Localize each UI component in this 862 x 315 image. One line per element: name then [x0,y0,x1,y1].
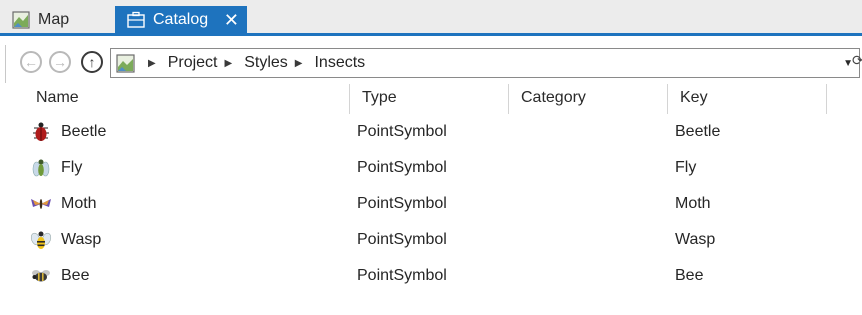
back-button[interactable]: ← [20,51,42,73]
item-list: Beetle PointSymbol Beetle Fly PointSymbo… [0,114,862,294]
list-item[interactable]: Wasp PointSymbol Wasp [0,222,862,258]
breadcrumb-project[interactable]: Project [168,54,218,72]
item-name: Fly [61,159,83,176]
column-headers: Name Type Category Key [0,82,862,114]
item-type: PointSymbol [357,231,447,248]
item-name: Moth [61,195,97,212]
column-header-category[interactable]: Category [521,82,586,114]
up-button[interactable]: ↑ [81,51,103,73]
breadcrumb-styles[interactable]: Styles [244,54,288,72]
item-key: Bee [675,267,704,284]
path-breadcrumb[interactable]: ▶ Project ▶ Styles ▶ Insects ▼ [110,48,860,78]
list-item[interactable]: Bee PointSymbol Bee [0,258,862,294]
list-item[interactable]: Beetle PointSymbol Beetle [0,114,862,150]
item-key: Wasp [675,231,716,248]
item-type: PointSymbol [357,195,447,212]
item-type: PointSymbol [357,123,447,140]
breadcrumb: ▶ Project ▶ Styles ▶ Insects [141,49,365,77]
item-name: Beetle [61,123,107,140]
breadcrumb-insects[interactable]: Insects [314,54,365,72]
fly-icon [32,159,50,177]
list-item[interactable]: Fly PointSymbol Fly [0,150,862,186]
forward-button[interactable]: → [49,51,71,73]
item-name: Wasp [61,231,102,248]
refresh-icon[interactable]: ⟳ [852,52,862,69]
up-arrow-icon: ↑ [88,54,96,70]
column-header-type[interactable]: Type [362,82,397,114]
tab-map[interactable]: Map [0,6,110,33]
catalog-icon [127,11,145,28]
back-arrow-icon: ← [24,54,38,70]
column-divider[interactable] [508,84,509,114]
column-divider[interactable] [826,84,827,114]
item-key: Moth [675,195,711,212]
item-name: Bee [61,267,90,284]
breadcrumb-separator-icon[interactable]: ▶ [148,58,156,69]
tab-map-label: Map [38,10,70,28]
wasp-icon [30,231,52,249]
column-header-name[interactable]: Name [36,82,79,114]
item-type: PointSymbol [357,159,447,176]
navigation-bar: ← → ↑ ▶ Project ▶ Styles ▶ Insects ▼ [5,45,862,83]
item-key: Beetle [675,123,721,140]
forward-arrow-icon: → [53,54,67,70]
column-divider[interactable] [667,84,668,114]
moth-icon [31,199,51,209]
bee-icon [32,270,50,282]
column-header-key[interactable]: Key [680,82,708,114]
beetle-icon [33,122,49,141]
item-type: PointSymbol [357,267,447,284]
map-icon [12,10,30,29]
close-tab-button[interactable]: ✕ [224,11,239,29]
breadcrumb-separator-icon[interactable]: ▶ [225,58,233,69]
column-divider[interactable] [349,84,350,114]
item-key: Fly [675,159,697,176]
tab-strip: Map Catalog ✕ [0,0,862,36]
tab-catalog[interactable]: Catalog ✕ [115,6,247,33]
list-item[interactable]: Moth PointSymbol Moth [0,186,862,222]
breadcrumb-separator-icon[interactable]: ▶ [295,58,303,69]
tab-catalog-label: Catalog [153,10,209,28]
project-icon [116,54,135,73]
